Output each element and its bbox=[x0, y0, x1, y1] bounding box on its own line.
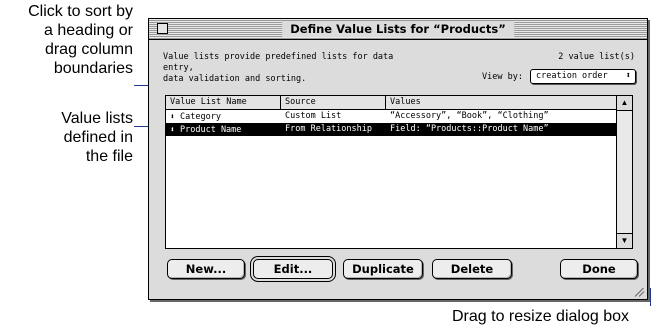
define-value-lists-dialog: Define Value Lists for “Products” Value … bbox=[148, 18, 648, 300]
vertical-scrollbar[interactable]: ▲ ▼ bbox=[616, 96, 632, 248]
title-bar[interactable]: Define Value Lists for “Products” bbox=[149, 19, 647, 40]
column-header-values[interactable]: Values bbox=[386, 96, 618, 109]
sort-callout: Click to sort by a heading or drag colum… bbox=[0, 2, 133, 78]
view-by-label: View by: bbox=[482, 72, 523, 82]
value-lists-table[interactable]: Value List Name Source Values ⬍ Category … bbox=[165, 95, 633, 249]
row-name: Product Name bbox=[180, 125, 242, 135]
resize-callout: Drag to resize dialog box bbox=[452, 308, 629, 325]
row-source: From Relationship bbox=[285, 124, 372, 134]
lists-callout: Value lists defined in the file bbox=[0, 109, 133, 166]
column-header-name[interactable]: Value List Name bbox=[166, 96, 281, 109]
duplicate-button[interactable]: Duplicate bbox=[343, 259, 423, 279]
view-by-value: creation order bbox=[536, 71, 608, 81]
lists-callout-line-1: Value lists bbox=[61, 110, 133, 127]
sort-callout-line-4: boundaries bbox=[53, 60, 133, 77]
edit-button[interactable]: Edit... bbox=[253, 259, 333, 279]
dialog-title: Define Value Lists for “Products” bbox=[282, 21, 514, 37]
description-line-2: data validation and sorting. bbox=[163, 74, 307, 84]
table-row-selected[interactable]: ⬍ Product Name From Relationship Field: “… bbox=[166, 123, 618, 136]
done-button[interactable]: Done bbox=[560, 259, 638, 279]
description-line-1: Value lists provide predefined lists for… bbox=[163, 52, 394, 73]
up-arrow-icon[interactable]: ▲ bbox=[617, 96, 632, 111]
table-header: Value List Name Source Values bbox=[166, 96, 618, 110]
new-button[interactable]: New... bbox=[167, 259, 245, 279]
close-box-icon[interactable] bbox=[157, 23, 168, 34]
value-list-count: 2 value list(s) bbox=[558, 52, 635, 62]
row-source: Custom List bbox=[285, 111, 342, 121]
row-drag-handle-icon[interactable]: ⬍ bbox=[170, 110, 180, 123]
down-arrow-icon[interactable]: ▼ bbox=[617, 233, 632, 248]
dialog-description: Value lists provide predefined lists for… bbox=[163, 52, 423, 85]
sort-callout-line-1: Click to sort by bbox=[28, 3, 133, 20]
table-row[interactable]: ⬍ Category Custom List “Accessory”, “Book… bbox=[166, 110, 618, 123]
row-name: Category bbox=[180, 112, 221, 122]
sort-callout-line-3: drag column bbox=[44, 41, 133, 58]
row-drag-handle-icon[interactable]: ⬍ bbox=[170, 123, 180, 136]
lists-callout-line-3: the file bbox=[85, 148, 133, 165]
lists-callout-line-2: defined in bbox=[63, 129, 133, 146]
column-header-source[interactable]: Source bbox=[281, 96, 386, 109]
view-by-popup[interactable]: creation order ⬍ bbox=[530, 69, 636, 84]
delete-button[interactable]: Delete bbox=[432, 259, 512, 279]
resize-leader bbox=[650, 288, 651, 306]
row-values: Field: “Products::Product Name” bbox=[390, 124, 549, 134]
resize-grip-icon[interactable] bbox=[633, 285, 645, 297]
sort-callout-line-2: a heading or bbox=[44, 22, 133, 39]
row-values: “Accessory”, “Book”, “Clothing” bbox=[390, 111, 549, 121]
updown-arrows-icon: ⬍ bbox=[625, 71, 631, 81]
